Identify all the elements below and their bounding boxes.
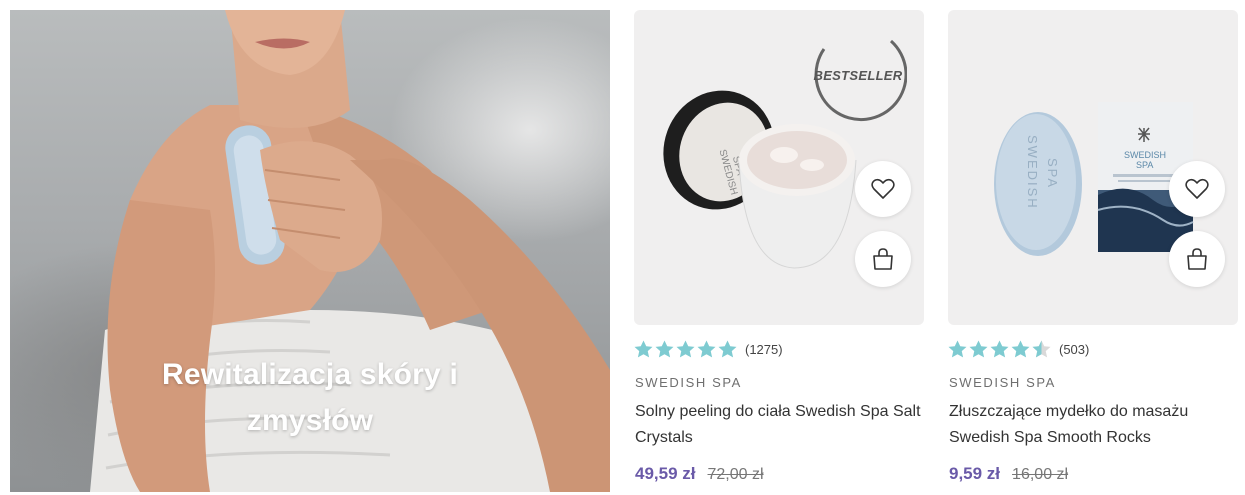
- product-image[interactable]: SWEDISH SPA BESTSELLER: [634, 10, 924, 325]
- price-row: 49,59 zł 72,00 zł: [635, 464, 764, 484]
- add-to-cart-button[interactable]: [855, 231, 911, 287]
- heart-icon: [1185, 178, 1209, 199]
- add-to-wishlist-button[interactable]: [855, 161, 911, 217]
- bestseller-label: BESTSELLER: [813, 68, 903, 83]
- shopping-bag-icon: [873, 248, 893, 270]
- rating-stars: [948, 340, 1051, 358]
- old-price: 16,00 zł: [1012, 466, 1069, 483]
- shopping-bag-icon: [1187, 248, 1207, 270]
- add-to-cart-button[interactable]: [1169, 231, 1225, 287]
- star-icon: [655, 340, 674, 358]
- star-icon: [1011, 340, 1030, 358]
- star-icon: [634, 340, 653, 358]
- review-count[interactable]: (1275): [745, 342, 783, 357]
- svg-text:SWEDISH: SWEDISH: [1124, 150, 1166, 160]
- price-row: 9,59 zł 16,00 zł: [949, 464, 1068, 484]
- star-half-icon: [1032, 340, 1051, 358]
- hero-title: Rewitalizacja skóry i zmysłów: [161, 358, 458, 437]
- rating-stars: [634, 340, 737, 358]
- current-price: 49,59 zł: [635, 464, 696, 483]
- star-icon: [948, 340, 967, 358]
- svg-text:SWEDISH: SWEDISH: [1025, 135, 1040, 210]
- product-card[interactable]: SWEDISH SPA BESTSELLER (1275) SWEDISH SP…: [634, 10, 924, 490]
- star-icon: [969, 340, 988, 358]
- product-image[interactable]: SWEDISH SPA SWEDISH SPA: [948, 10, 1238, 325]
- review-count[interactable]: (503): [1059, 342, 1089, 357]
- star-icon: [676, 340, 695, 358]
- hero-banner[interactable]: Rewitalizacja skóry i zmysłów: [10, 10, 610, 492]
- star-icon: [990, 340, 1009, 358]
- svg-text:SPA: SPA: [1045, 158, 1060, 189]
- product-rating: (1275): [634, 339, 783, 359]
- product-card[interactable]: SWEDISH SPA SWEDISH SPA (503) SWEDISH SP…: [948, 10, 1238, 490]
- heart-icon: [871, 178, 895, 199]
- product-brand: SWEDISH SPA: [949, 375, 1056, 390]
- star-icon: [718, 340, 737, 358]
- product-name[interactable]: Złuszczające mydełko do masażu Swedish S…: [949, 399, 1239, 451]
- add-to-wishlist-button[interactable]: [1169, 161, 1225, 217]
- old-price: 72,00 zł: [707, 466, 764, 483]
- product-rating: (503): [948, 339, 1089, 359]
- product-name[interactable]: Solny peeling do ciała Swedish Spa Salt …: [635, 399, 925, 451]
- star-icon: [697, 340, 716, 358]
- svg-text:SPA: SPA: [1136, 160, 1153, 170]
- current-price: 9,59 zł: [949, 464, 1001, 483]
- product-brand: SWEDISH SPA: [635, 375, 742, 390]
- bestseller-badge: BESTSELLER: [809, 27, 908, 125]
